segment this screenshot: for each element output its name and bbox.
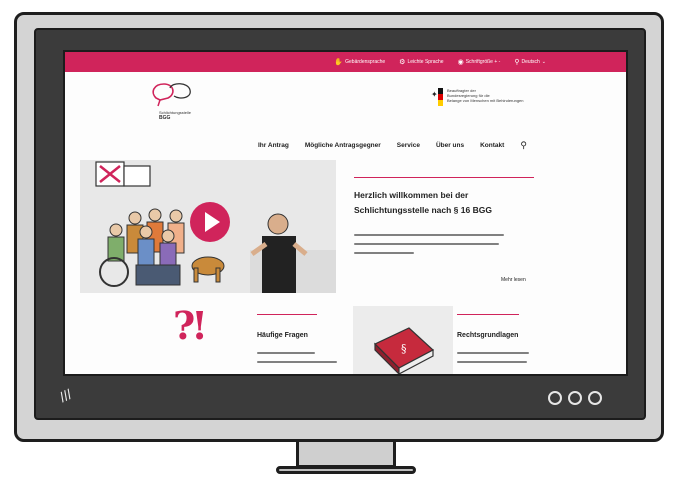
topbar-item-label: Schriftgröße + - bbox=[465, 59, 501, 65]
main-nav: Ihr Antrag Mögliche Antragsgegner Servic… bbox=[258, 140, 527, 151]
nav-item-ueber-uns[interactable]: Über uns bbox=[436, 142, 464, 149]
sign-language-icon: ✋ bbox=[334, 59, 344, 66]
svg-text:§: § bbox=[401, 342, 407, 355]
text-placeholder bbox=[354, 252, 414, 254]
card-divider bbox=[257, 314, 317, 315]
topbar-item-label: Leichte Sprache bbox=[407, 59, 444, 65]
card-title-faq[interactable]: Häufige Fragen bbox=[257, 332, 308, 339]
monitor-stand-base bbox=[276, 466, 416, 474]
topbar-language[interactable]: ⚲ Deutsch ⌄ bbox=[514, 58, 546, 66]
welcome-title: Herzlich willkommen bei der Schlichtungs… bbox=[354, 190, 492, 215]
question-mark-icon: ?! bbox=[173, 303, 208, 348]
card-title-rechtsgrundlagen[interactable]: Rechtsgrundlagen bbox=[457, 332, 518, 339]
card-divider bbox=[457, 314, 519, 315]
text-placeholder bbox=[457, 352, 529, 354]
law-book-icon: § bbox=[373, 327, 435, 374]
play-button-icon[interactable] bbox=[190, 202, 230, 242]
hero-video[interactable] bbox=[80, 160, 336, 293]
more-link[interactable]: Mehr lesen bbox=[501, 277, 526, 283]
text-placeholder bbox=[354, 243, 499, 245]
ministry-line: Belange von Menschen mit Behinderungen bbox=[447, 98, 524, 103]
law-book-tile[interactable]: § bbox=[353, 306, 453, 374]
topbar-item-label: Deutsch bbox=[521, 59, 540, 65]
search-icon[interactable]: ⚲ bbox=[520, 140, 527, 151]
topbar-font-size[interactable]: ◉ Schriftgröße + - bbox=[458, 58, 501, 66]
nav-item-antrag[interactable]: Ihr Antrag bbox=[258, 142, 289, 149]
topbar-easy-language[interactable]: ⚙ Leichte Sprache bbox=[399, 58, 443, 66]
text-placeholder bbox=[257, 361, 337, 363]
font-size-icon: ◉ bbox=[457, 59, 464, 66]
topbar-sign-language[interactable]: ✋ Gebärdensprache bbox=[334, 58, 385, 66]
nav-item-service[interactable]: Service bbox=[397, 142, 420, 149]
flag-icon bbox=[438, 88, 443, 106]
monitor-button bbox=[548, 391, 562, 405]
text-placeholder bbox=[457, 361, 527, 363]
chevron-down-icon: ⌄ bbox=[541, 59, 546, 65]
ministry-logo: ✦ Beauftragter der Bundesregierung für d… bbox=[431, 86, 551, 116]
ministry-text: Beauftragter der Bundesregierung für die… bbox=[447, 88, 547, 103]
monitor-button bbox=[568, 391, 582, 405]
service-topbar: ✋ Gebärdensprache ⚙ Leichte Sprache ◉ Sc… bbox=[65, 52, 626, 72]
nav-item-kontakt[interactable]: Kontakt bbox=[480, 142, 504, 149]
nav-item-antragsgegner[interactable]: Mögliche Antragsgegner bbox=[305, 142, 381, 149]
globe-icon: ⚲ bbox=[514, 59, 520, 66]
text-placeholder bbox=[354, 234, 504, 236]
monitor-stand bbox=[296, 442, 396, 468]
text-placeholder bbox=[257, 352, 315, 354]
browser-screen: ✋ Gebärdensprache ⚙ Leichte Sprache ◉ Sc… bbox=[63, 50, 628, 376]
monitor-button bbox=[588, 391, 602, 405]
logo-big-text: BGG bbox=[159, 115, 171, 121]
welcome-divider bbox=[354, 177, 534, 178]
easy-language-icon: ⚙ bbox=[399, 59, 406, 66]
site-logo[interactable]: Schlichtungsstelle BGG bbox=[148, 80, 208, 124]
federal-eagle-icon: ✦ bbox=[431, 90, 438, 99]
monitor-buttons bbox=[548, 391, 602, 405]
speech-bubbles-icon bbox=[152, 83, 191, 107]
topbar-item-label: Gebärdensprache bbox=[345, 59, 386, 65]
logo-text: Schlichtungsstelle BGG bbox=[159, 110, 209, 121]
